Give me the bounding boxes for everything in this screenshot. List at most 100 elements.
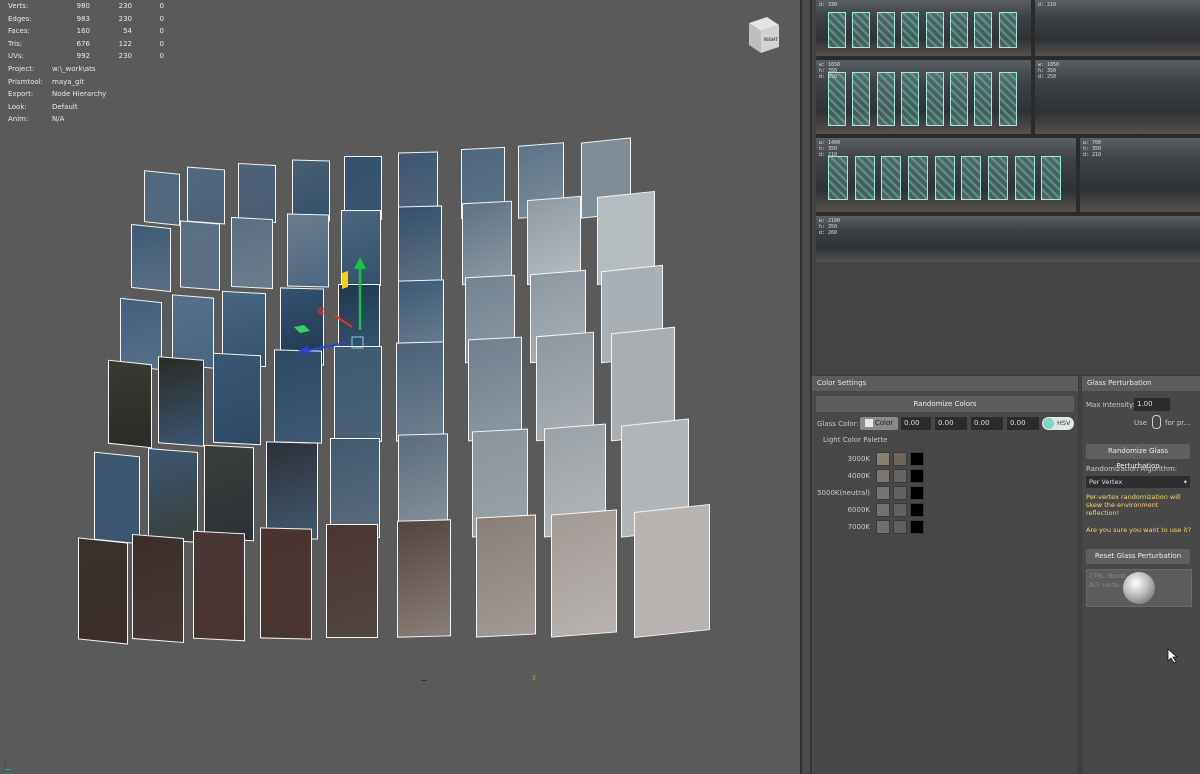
palette-swatch[interactable] [910, 469, 924, 483]
glass-panel[interactable] [148, 448, 198, 543]
glass-panel[interactable] [462, 200, 512, 286]
glass-value-r[interactable]: 0.00 [901, 417, 931, 430]
glass-panel[interactable] [266, 441, 318, 540]
view-cube[interactable]: RIGHT [743, 15, 783, 55]
algorithm-value: Per Vertex [1089, 478, 1123, 486]
glass-panel[interactable] [330, 438, 380, 538]
hsv-toggle[interactable]: HSV [1042, 417, 1074, 430]
viewport-3d[interactable]: ꙮ Verts: 980 230 0 Edges: 983 230 0 Faces: 160 54 0… [0, 0, 800, 774]
transform-gizmo[interactable]: ꙮ [290, 255, 380, 355]
glass-panel[interactable] [397, 519, 451, 638]
gallery-empty-area [816, 262, 1200, 372]
glass-value-a[interactable]: 0.00 [1007, 417, 1039, 430]
randomize-glass-perturbation-button[interactable]: Randomize Glass Perturbation [1086, 444, 1190, 470]
info-value: Default [52, 102, 78, 111]
glass-value-g[interactable]: 0.00 [935, 417, 967, 430]
palette-swatch[interactable] [910, 503, 924, 517]
glass-color-label: Glass Color: [817, 420, 859, 428]
glass-overlay [881, 156, 902, 200]
glass-panel[interactable] [187, 166, 225, 225]
glass-panel[interactable] [213, 352, 261, 446]
glass-color-button[interactable]: Color [860, 417, 898, 430]
glass-overlay [876, 72, 895, 126]
reference-image[interactable]: w: 700 h: 350 d: 210 [1080, 138, 1200, 212]
reset-glass-perturbation-button[interactable]: Reset Glass Perturbation [1086, 549, 1190, 564]
palette-swatch[interactable] [876, 486, 890, 500]
reference-image[interactable]: w: 1400 h: 350 d: 210 [816, 138, 1076, 212]
algorithm-dropdown[interactable]: Per Vertex ▾ [1086, 476, 1190, 488]
glass-panel[interactable] [260, 527, 312, 640]
glass-overlay [1041, 156, 1062, 200]
glass-panel[interactable] [476, 514, 536, 638]
right-panel: d: 330 d: 210 w: 1650 h: 350 d: 250 w: 1050… [812, 0, 1200, 774]
glass-panel[interactable] [132, 533, 184, 644]
reference-image[interactable]: w: 1650 h: 350 d: 250 [816, 60, 1031, 134]
max-intensity-input[interactable]: 1.00 [1134, 398, 1170, 411]
palette-swatch[interactable] [910, 520, 924, 534]
palette-swatch[interactable] [893, 452, 907, 466]
stat-value: 160 [76, 27, 90, 36]
glass-panel[interactable] [634, 504, 710, 638]
palette-swatch[interactable] [876, 503, 890, 517]
glass-panel[interactable] [334, 346, 382, 442]
stat-label: UVs: [8, 52, 24, 61]
glass-panel[interactable] [131, 223, 171, 293]
palette-swatch[interactable] [876, 452, 890, 466]
glass-panel[interactable] [144, 170, 180, 226]
glass-value-b[interactable]: 0.00 [971, 417, 1003, 430]
glass-overlay [1014, 156, 1035, 200]
reference-image[interactable]: d: 330 [816, 0, 1031, 56]
palette-swatch[interactable] [876, 520, 890, 534]
glass-overlay [974, 12, 993, 48]
info-row: Look: Default [8, 101, 164, 114]
palette-swatch[interactable] [893, 503, 907, 517]
stat-value: 676 [76, 39, 90, 48]
glass-overlay [988, 156, 1008, 200]
stat-label: Edges: [8, 14, 32, 23]
glass-panel[interactable] [398, 205, 442, 286]
heads-up-display: Verts: 980 230 0 Edges: 983 230 0 Faces: 160 54 0 Tr… [8, 0, 164, 126]
glass-panel[interactable] [158, 356, 204, 447]
stat-row: Faces: 160 54 0 [8, 25, 164, 38]
glass-panel[interactable] [94, 451, 140, 545]
glass-panel[interactable] [468, 336, 522, 442]
palette-swatch[interactable] [893, 469, 907, 483]
glass-panel[interactable] [231, 216, 273, 290]
glass-panel[interactable] [180, 220, 220, 291]
hsv-label: HSV [1057, 419, 1071, 427]
palette-swatch[interactable] [876, 469, 890, 483]
glass-panel[interactable] [396, 341, 444, 442]
reference-dimensions: w: 1400 h: 350 d: 210 [819, 140, 841, 158]
palette-row-label: 5000K(neutral) [817, 489, 870, 497]
glass-color-button-label: Color [874, 419, 894, 427]
glass-panel[interactable] [193, 530, 245, 642]
reference-image[interactable]: w: 1050 h: 350 d: 250 [1035, 60, 1200, 134]
glass-panel[interactable] [274, 349, 322, 444]
glass-panel[interactable] [238, 163, 276, 223]
palette-swatch[interactable] [910, 452, 924, 466]
glass-overlay [876, 12, 895, 48]
randomize-colors-button[interactable]: Randomize Colors [816, 396, 1074, 412]
glass-panel[interactable] [120, 297, 162, 371]
glass-panel[interactable] [292, 159, 330, 222]
use-label: Use [1134, 419, 1148, 427]
palette-swatch[interactable] [893, 486, 907, 500]
light-palette-title: Light Color Palette [823, 436, 888, 444]
palette-swatch[interactable] [893, 520, 907, 534]
glass-panel[interactable] [204, 444, 254, 542]
reference-image[interactable]: w: 2100 h: 350 d: 260 [816, 216, 1200, 262]
reference-image[interactable]: d: 210 [1035, 0, 1200, 56]
stat-value: 230 [118, 14, 132, 23]
glass-panel[interactable] [551, 509, 617, 638]
stat-label: Tris: [8, 39, 23, 48]
glass-panel[interactable] [78, 537, 128, 645]
reference-dimensions: w: 700 h: 350 d: 210 [1083, 140, 1102, 158]
marker-dash [421, 680, 427, 681]
palette-swatch[interactable] [910, 486, 924, 500]
info-value: maya_git [52, 77, 85, 86]
glass-panel[interactable] [108, 359, 152, 449]
glass-panel[interactable] [326, 524, 378, 638]
stat-value: 122 [118, 39, 132, 48]
panel-splitter[interactable] [800, 0, 812, 774]
stat-value: 230 [118, 2, 132, 10]
